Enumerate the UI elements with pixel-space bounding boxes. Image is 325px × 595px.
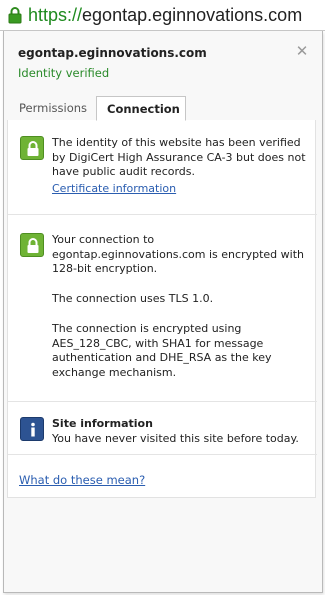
- section-divider: [8, 454, 317, 455]
- site-info-title: Site information: [52, 417, 153, 430]
- popup-site-host: egontap.eginnovations.com: [18, 46, 207, 60]
- tab-connection[interactable]: Connection: [96, 96, 186, 121]
- tab-permissions[interactable]: Permissions: [9, 96, 95, 121]
- popup-tabs: Permissions Connection: [7, 96, 319, 121]
- url-text[interactable]: https://egontap.eginnovations.com: [28, 4, 302, 26]
- what-do-these-mean-link[interactable]: What do these mean?: [19, 473, 145, 487]
- certificate-information-link[interactable]: Certificate information: [52, 182, 176, 195]
- info-icon: [20, 417, 44, 441]
- address-bar[interactable]: https://egontap.eginnovations.com: [0, 0, 325, 31]
- url-scheme: https://: [28, 5, 83, 25]
- green-lock-icon: [20, 136, 44, 160]
- green-lock-icon: [20, 233, 44, 257]
- identity-link-wrap: Certificate information: [52, 182, 310, 197]
- identity-text: The identity of this website has been ve…: [52, 136, 306, 179]
- site-info-text: You have never visited this site before …: [52, 431, 299, 445]
- padlock-icon[interactable]: [8, 6, 22, 24]
- connection-text-1: Your connection to egontap.eginnovations…: [52, 233, 304, 276]
- connection-text-3: The connection is encrypted using AES_12…: [52, 322, 272, 379]
- connection-panel: The identity of this website has been ve…: [7, 120, 317, 498]
- connection-section: Your connection to egontap.eginnovations…: [8, 215, 317, 400]
- site-info-section: Site information You have never visited …: [8, 402, 317, 452]
- popup-arrow: [10, 31, 22, 37]
- connection-text-2: The connection uses TLS 1.0.: [52, 292, 214, 305]
- url-host: egontap.eginnovations.com: [82, 5, 303, 25]
- identity-section: The identity of this website has been ve…: [8, 120, 317, 213]
- close-icon[interactable]: ✕: [295, 43, 309, 59]
- site-info-text-wrap: Site information You have never visited …: [52, 417, 310, 446]
- identity-status: Identity verified: [18, 66, 110, 80]
